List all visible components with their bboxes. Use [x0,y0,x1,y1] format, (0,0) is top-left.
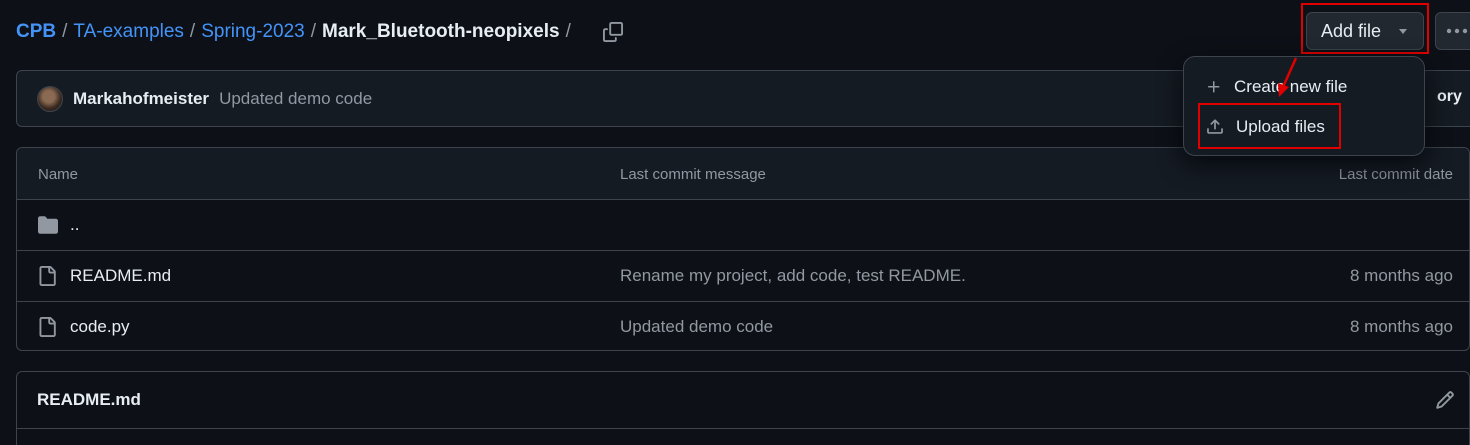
file-commit-message[interactable]: Rename my project, add code, test README… [620,266,966,286]
menu-item-create-new-file[interactable]: Create new file [1194,69,1416,105]
file-commit-date: 8 months ago [1349,317,1453,336]
kebab-horizontal-icon [1446,28,1468,34]
readme-header: README.md [17,372,1469,429]
annotation-arrow [1278,57,1298,97]
annotation-highlight-add-file [1301,3,1429,54]
repo-directory-page: CPB / TA-examples / Spring-2023 / Mark_B… [0,0,1470,445]
breadcrumb-item-cpb[interactable]: CPB [16,21,56,43]
readme-title: README.md [37,390,141,409]
table-row-parent-directory[interactable]: .. [17,200,1469,251]
breadcrumb-separator: / [565,21,571,42]
breadcrumb: CPB / TA-examples / Spring-2023 / Mark_B… [16,18,627,46]
file-table: Name Last commit message Last commit dat… [16,147,1470,351]
table-row[interactable]: README.md Rename my project, add code, t… [17,251,1469,302]
breadcrumb-separator: / [189,21,196,42]
breadcrumb-separator: / [62,21,68,42]
copy-path-button[interactable] [599,18,627,46]
folder-icon [37,215,59,240]
breadcrumb-item-ta-examples[interactable]: TA-examples [73,21,184,43]
file-icon [37,317,57,342]
breadcrumb-current-folder: Mark_Bluetooth-neopixels [322,21,560,42]
copy-icon [602,22,623,42]
parent-directory-link[interactable]: .. [70,215,79,235]
file-commit-message[interactable]: Updated demo code [620,317,773,337]
edit-readme-button[interactable] [1435,390,1455,415]
pencil-icon [1436,391,1454,409]
file-icon [37,266,57,291]
commit-message[interactable]: Updated demo code [219,89,372,109]
plus-icon [1208,81,1220,93]
readme-panel: README.md [16,371,1470,445]
breadcrumb-item-spring-2023[interactable]: Spring-2023 [201,21,305,43]
avatar[interactable] [37,85,63,112]
history-link-partial[interactable]: ory [1437,88,1462,106]
more-options-button[interactable] [1435,12,1470,50]
file-name-link[interactable]: README.md [70,266,171,286]
commit-author[interactable]: Markahofmeister [73,89,209,109]
annotation-highlight-upload-files [1198,103,1341,149]
column-header-message: Last commit message [620,166,766,183]
column-header-date: Last commit date [1338,166,1453,183]
breadcrumb-separator: / [310,21,317,42]
column-header-name: Name [38,166,79,183]
table-row[interactable]: code.py Updated demo code 8 months ago [17,302,1469,350]
file-name-link[interactable]: code.py [70,317,130,337]
file-commit-date: 8 months ago [1349,266,1453,285]
